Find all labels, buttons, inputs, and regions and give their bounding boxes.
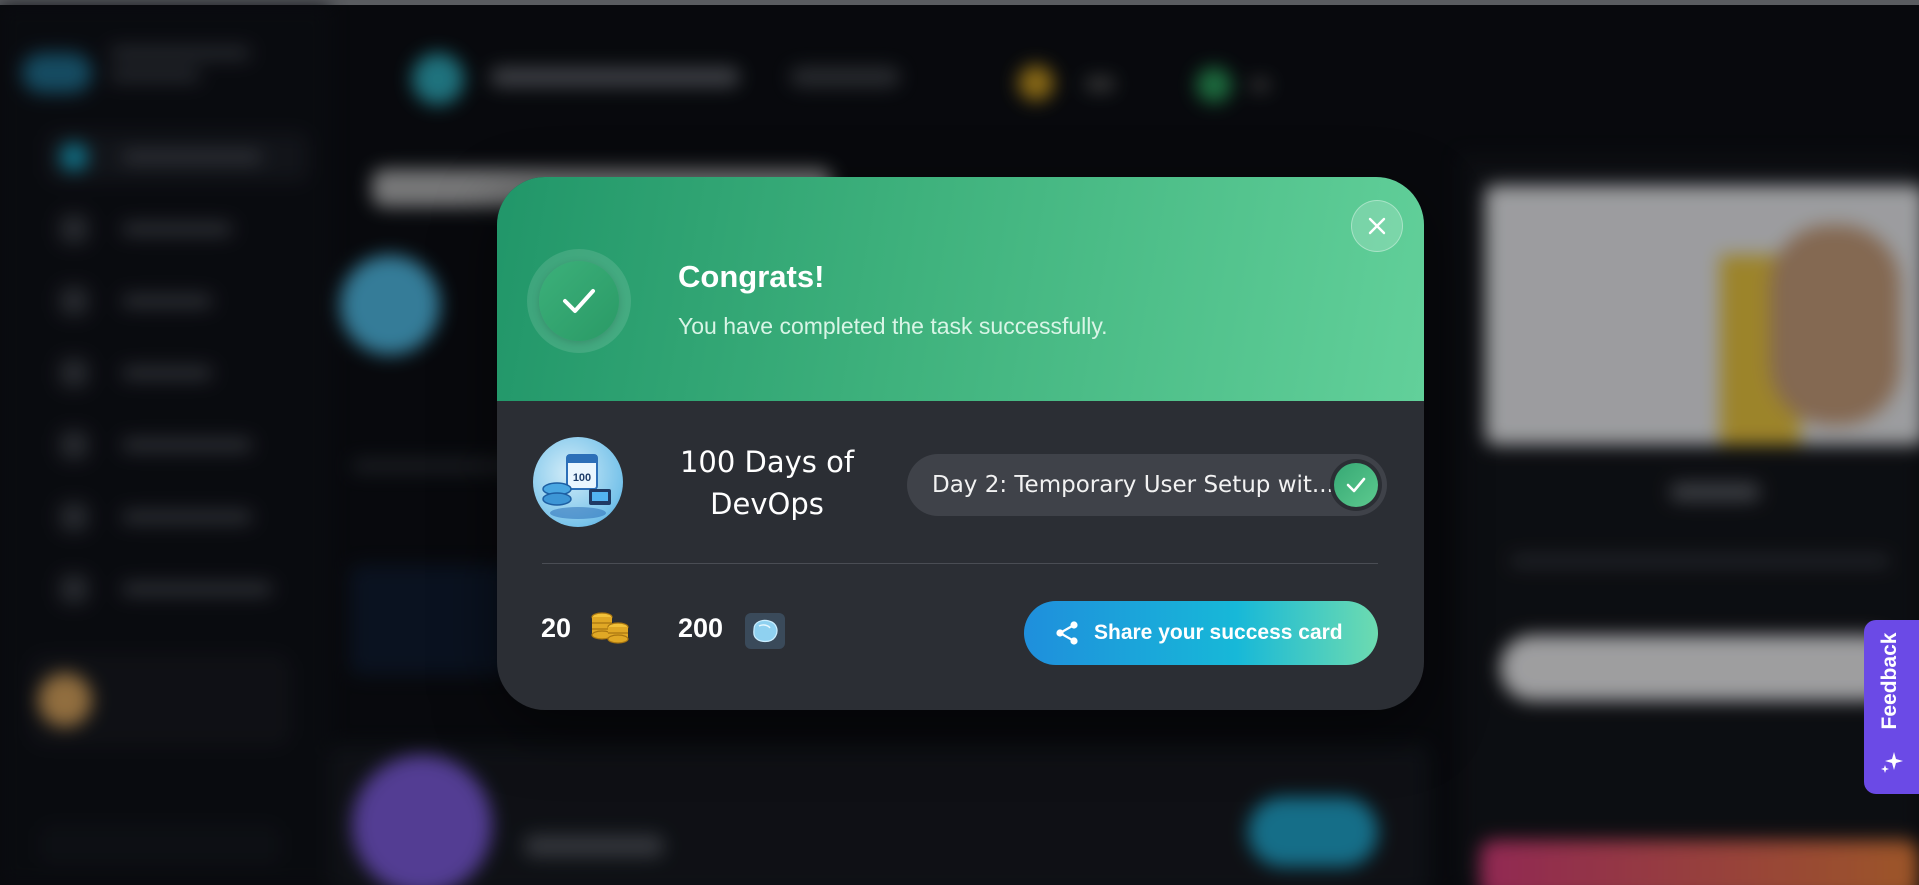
close-button[interactable]	[1351, 200, 1403, 252]
feedback-label: Feedback	[1878, 632, 1901, 730]
sparkle-icon	[1881, 752, 1903, 773]
course-title: 100 Days of DevOps	[679, 445, 855, 521]
task-complete-badge	[1330, 459, 1382, 511]
coins-icon	[591, 612, 629, 644]
modal-title: Congrats!	[678, 259, 825, 294]
gems-reward: 200	[678, 613, 724, 643]
feedback-tab[interactable]: Feedback	[1864, 620, 1919, 794]
task-pill: Day 2: Temporary User Setup wit...	[907, 454, 1387, 516]
success-modal: Congrats! You have completed the task su…	[497, 177, 1424, 710]
check-icon	[1334, 463, 1378, 507]
check-icon	[539, 261, 619, 341]
modal-header: Congrats! You have completed the task su…	[497, 177, 1424, 401]
share-icon	[1056, 621, 1078, 645]
success-badge	[527, 249, 631, 353]
course-icon-label: 100	[573, 472, 591, 484]
share-button-label: Share your success card	[1094, 621, 1343, 644]
share-success-card-button[interactable]: Share your success card	[1024, 601, 1378, 665]
divider	[542, 563, 1378, 564]
modal-subtitle: You have completed the task successfully…	[678, 313, 1108, 339]
close-icon	[1368, 217, 1386, 235]
coins-reward: 20	[541, 613, 572, 643]
gem-icon	[745, 613, 785, 649]
course-icon: 100	[533, 437, 623, 527]
task-label: Day 2: Temporary User Setup wit...	[932, 472, 1332, 498]
